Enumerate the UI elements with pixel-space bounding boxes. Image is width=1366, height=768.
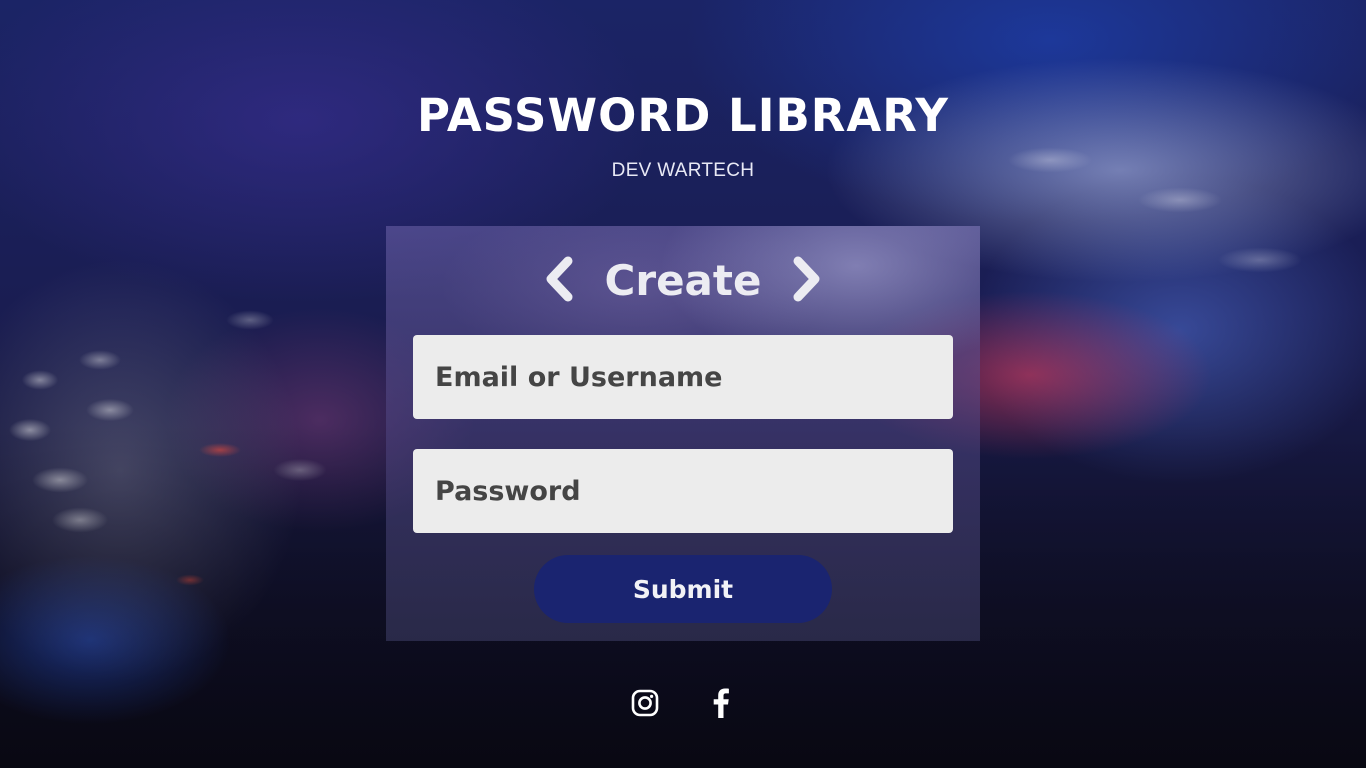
- page-subtitle: DEV WARTECH: [611, 160, 755, 181]
- email-username-input[interactable]: [433, 360, 933, 394]
- form-header: Create: [386, 250, 980, 312]
- facebook-icon: [712, 688, 730, 723]
- next-button[interactable]: [787, 255, 827, 307]
- password-input[interactable]: [433, 474, 933, 508]
- chevron-left-icon: [542, 255, 576, 308]
- create-form-panel: Create Submit: [386, 226, 980, 641]
- previous-button[interactable]: [539, 255, 579, 307]
- password-field-container: [413, 449, 953, 533]
- social-links: [0, 688, 1366, 722]
- facebook-link[interactable]: [705, 688, 737, 723]
- instagram-link[interactable]: [629, 689, 661, 721]
- submit-button[interactable]: Submit: [534, 555, 832, 623]
- email-field-container: [413, 335, 953, 419]
- chevron-right-icon: [790, 255, 824, 308]
- instagram-icon: [631, 689, 659, 722]
- page-title: PASSWORD LIBRARY: [416, 89, 949, 142]
- form-title: Create: [604, 256, 762, 305]
